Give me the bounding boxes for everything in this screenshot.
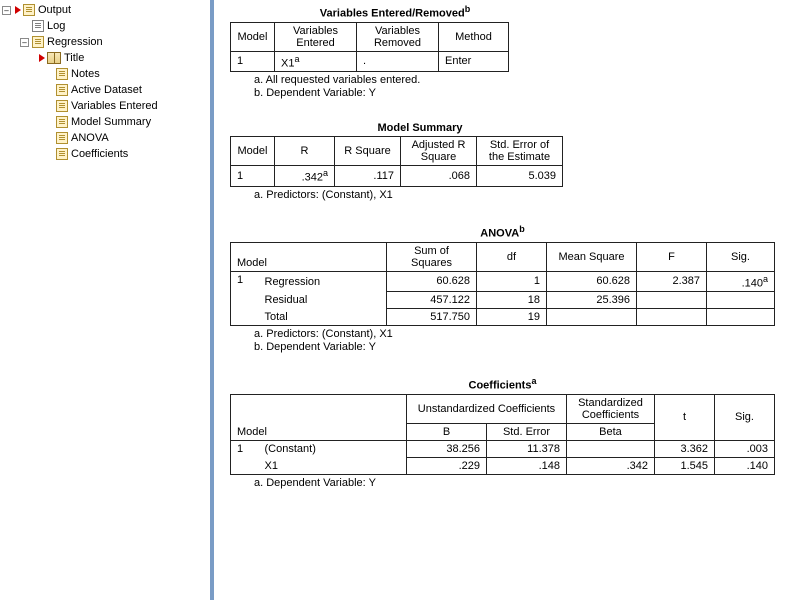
tree-node-anova[interactable]: ANOVA bbox=[2, 130, 210, 146]
tree-label: Regression bbox=[47, 36, 103, 48]
tree-node-variables-entered[interactable]: Variables Entered bbox=[2, 98, 210, 114]
tree-node-output[interactable]: – Output bbox=[2, 2, 210, 18]
arrow-icon bbox=[15, 6, 21, 14]
output-viewer: Variables Entered/Removedb Model Variabl… bbox=[214, 0, 791, 600]
table-row: X1 .229 .148 .342 1.545 .140 bbox=[231, 457, 775, 474]
col-header: df bbox=[477, 242, 547, 271]
col-header: Variables Removed bbox=[357, 22, 439, 51]
table-title: Model Summary bbox=[378, 122, 463, 134]
table-model-summary: Model Summary Model R R Square Adjusted … bbox=[230, 122, 779, 202]
tree-label: Notes bbox=[71, 68, 100, 80]
tree-node-active-dataset[interactable]: Active Dataset bbox=[2, 82, 210, 98]
footnotes: a. Predictors: (Constant), X1 b. Depende… bbox=[254, 328, 779, 354]
tree-node-coefficients[interactable]: Coefficients bbox=[2, 146, 210, 162]
tree-label: Output bbox=[38, 4, 71, 16]
doc-icon bbox=[56, 68, 68, 80]
col-header: B bbox=[407, 423, 487, 440]
col-header: Unstandardized Coefficients bbox=[407, 394, 567, 423]
tree-label: Active Dataset bbox=[71, 84, 142, 96]
collapse-icon[interactable]: – bbox=[20, 38, 29, 47]
col-header: Sig. bbox=[715, 394, 775, 440]
col-header: F bbox=[637, 242, 707, 271]
col-header: Model bbox=[231, 242, 387, 271]
col-header: Model bbox=[231, 394, 407, 440]
tree-node-log[interactable]: Log bbox=[2, 18, 210, 34]
col-header: Beta bbox=[567, 423, 655, 440]
table-title: Coefficients bbox=[469, 380, 532, 392]
col-header: Sig. bbox=[707, 242, 775, 271]
col-header: t bbox=[655, 394, 715, 440]
doc-icon bbox=[56, 116, 68, 128]
table-title: Variables Entered/Removed bbox=[320, 8, 465, 20]
tree-label: Model Summary bbox=[71, 116, 151, 128]
doc-icon bbox=[56, 132, 68, 144]
table-row: Residual 457.122 18 25.396 bbox=[231, 292, 775, 309]
output-icon bbox=[23, 4, 35, 16]
col-header: Method bbox=[439, 22, 509, 51]
doc-icon bbox=[56, 100, 68, 112]
col-header: Mean Square bbox=[547, 242, 637, 271]
col-header: R Square bbox=[335, 137, 401, 166]
col-header: Model bbox=[231, 137, 275, 166]
title-icon bbox=[47, 52, 61, 64]
tree-node-title[interactable]: Title bbox=[2, 50, 210, 66]
table-row: Total 517.750 19 bbox=[231, 309, 775, 326]
col-header: Variables Entered bbox=[275, 22, 357, 51]
tree-label: Title bbox=[64, 52, 84, 64]
table-row: 1 .342a .117 .068 5.039 bbox=[231, 166, 563, 187]
table-coefficients: Coefficientsa Model Unstandardized Coeff… bbox=[230, 376, 779, 490]
tree-label: Coefficients bbox=[71, 148, 128, 160]
table-title: ANOVA bbox=[480, 228, 519, 240]
footnotes: a. Predictors: (Constant), X1 bbox=[254, 189, 779, 202]
table-row: 1 Regression 60.628 1 60.628 2.387 .140a bbox=[231, 271, 775, 292]
col-header: Standardized Coefficients bbox=[567, 394, 655, 423]
tree-node-model-summary[interactable]: Model Summary bbox=[2, 114, 210, 130]
arrow-icon bbox=[39, 54, 45, 62]
footnotes: a. Dependent Variable: Y bbox=[254, 477, 779, 490]
folder-icon bbox=[32, 36, 44, 48]
table-row: 1 (Constant) 38.256 11.378 3.362 .003 bbox=[231, 440, 775, 457]
output-tree: – Output Log – Regression Title Notes Ac… bbox=[0, 0, 214, 600]
collapse-icon[interactable]: – bbox=[2, 6, 11, 15]
col-header: R bbox=[275, 137, 335, 166]
tree-label: Variables Entered bbox=[71, 100, 158, 112]
table-row: 1 X1a . Enter bbox=[231, 51, 509, 72]
col-header: Model bbox=[231, 22, 275, 51]
col-header: Sum of Squares bbox=[387, 242, 477, 271]
table-variables-entered: Variables Entered/Removedb Model Variabl… bbox=[230, 4, 779, 100]
footnotes: a. All requested variables entered. b. D… bbox=[254, 74, 779, 100]
log-icon bbox=[32, 20, 44, 32]
tree-label: ANOVA bbox=[71, 132, 109, 144]
tree-node-regression[interactable]: – Regression bbox=[2, 34, 210, 50]
doc-icon bbox=[56, 148, 68, 160]
table-anova: ANOVAb Model Sum of Squares df Mean Squa… bbox=[230, 224, 779, 354]
tree-node-notes[interactable]: Notes bbox=[2, 66, 210, 82]
col-header: Std. Error of the Estimate bbox=[477, 137, 563, 166]
col-header: Adjusted R Square bbox=[401, 137, 477, 166]
tree-label: Log bbox=[47, 20, 65, 32]
doc-icon bbox=[56, 84, 68, 96]
col-header: Std. Error bbox=[487, 423, 567, 440]
